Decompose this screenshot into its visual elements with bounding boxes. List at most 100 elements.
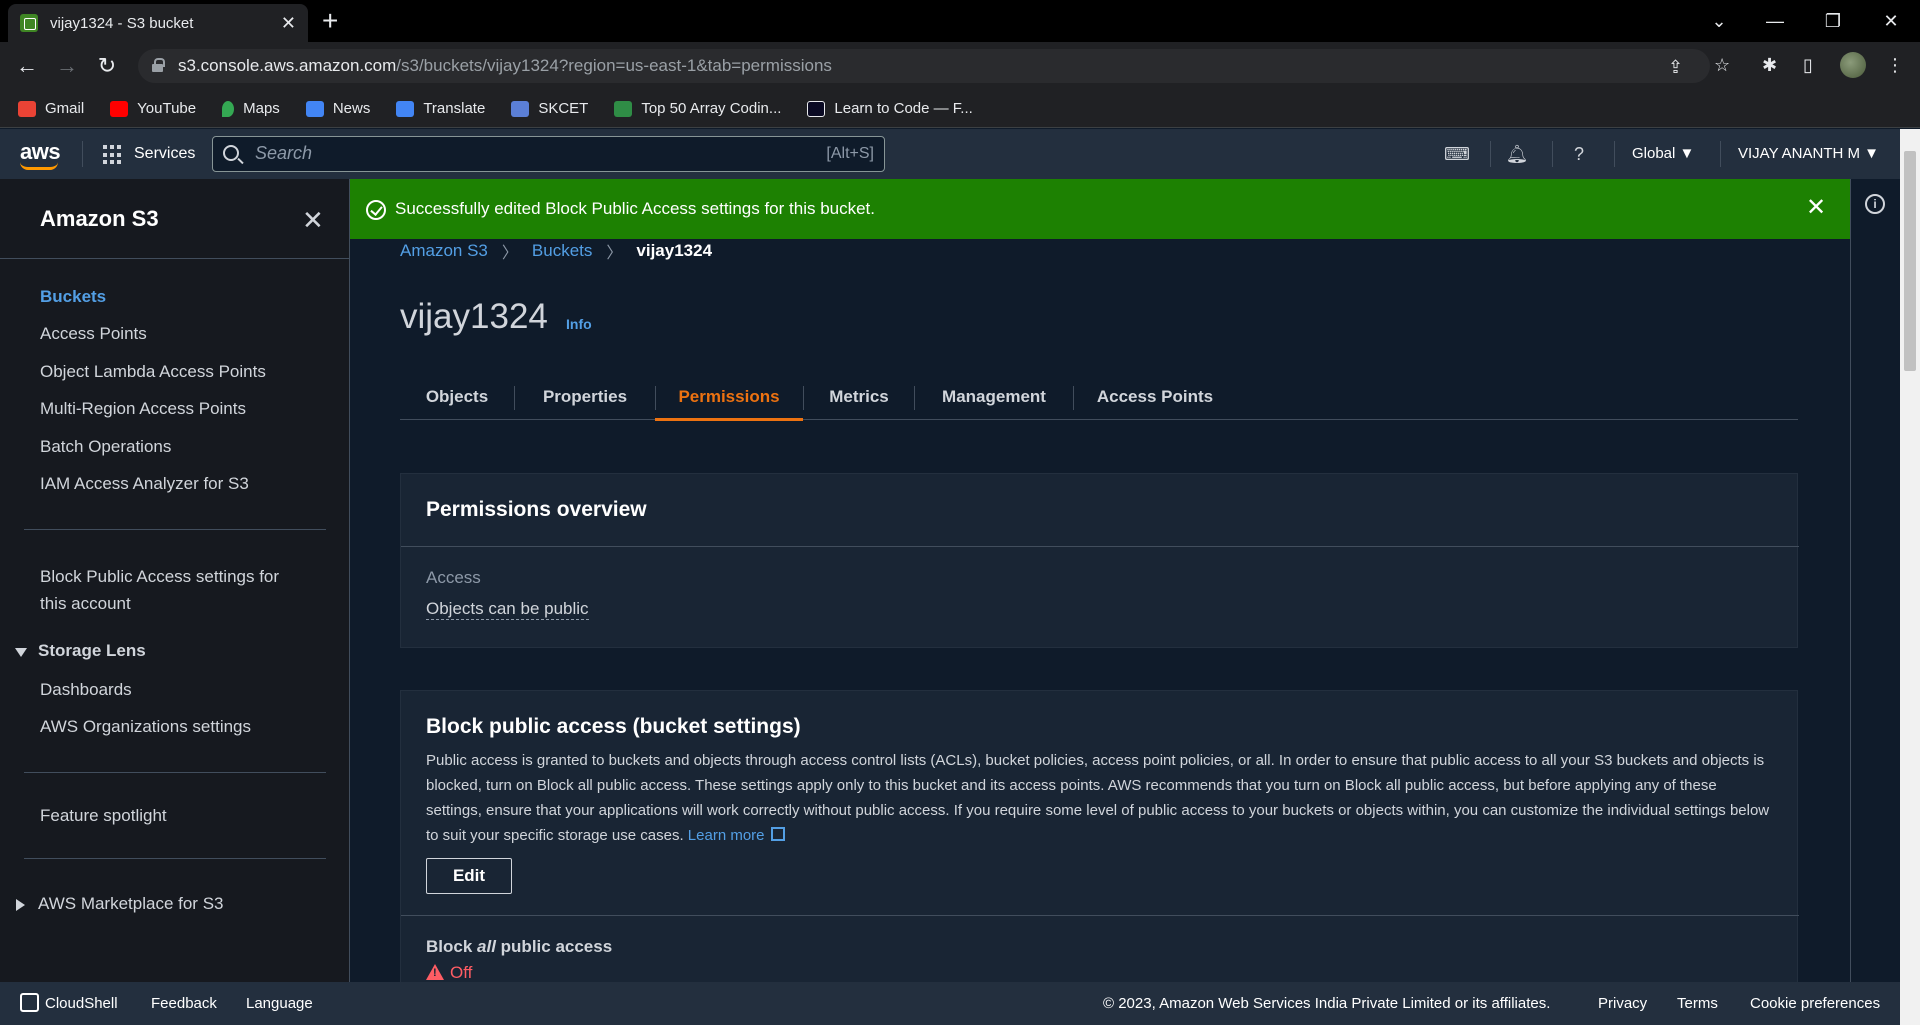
scrollbar-thumb[interactable] (1904, 151, 1916, 371)
gmail-icon (18, 100, 36, 117)
sidebar-section-storage-lens[interactable]: Storage Lens (38, 641, 146, 661)
flash-message: Successfully edited Block Public Access … (395, 199, 876, 218)
terms-link[interactable]: Terms (1677, 995, 1718, 1012)
back-icon[interactable]: ← (11, 50, 43, 82)
bookmark-translate[interactable]: Translate (396, 100, 485, 117)
bookmark-skcet[interactable]: SKCET (511, 100, 588, 117)
close-sidenav-icon[interactable]: ✕ (302, 205, 324, 236)
search-shortcut: [Alt+S] (826, 145, 874, 162)
share-icon[interactable]: ⇪ (1668, 57, 1683, 78)
sidebar-item-access-points[interactable]: Access Points (40, 324, 147, 344)
language-link[interactable]: Language (246, 995, 313, 1012)
bookmark-array-coding[interactable]: Top 50 Array Codin... (614, 100, 781, 117)
account-menu[interactable]: VIJAY ANANTH M ▼ (1738, 145, 1879, 162)
browser-toolbar: ← → ↻ s3.console.aws.amazon.com/s3/bucke… (0, 42, 1920, 90)
tab-objects[interactable]: Objects (400, 374, 514, 420)
bookmark-gmail[interactable]: Gmail (18, 100, 84, 117)
external-link-icon[interactable] (770, 827, 785, 841)
region-selector[interactable]: Global ▼ (1632, 145, 1694, 162)
warning-icon (426, 964, 444, 980)
block-all-suffix: public access (495, 937, 613, 956)
breadcrumb-amazon-s3[interactable]: Amazon S3 (400, 241, 488, 261)
sidebar-item-organizations-settings[interactable]: AWS Organizations settings (40, 717, 251, 737)
dismiss-flash-icon[interactable]: ✕ (1806, 193, 1826, 222)
browser-menu-icon[interactable]: ⋮ (1886, 55, 1904, 76)
bookmark-freecodecamp[interactable]: Learn to Code — F... (807, 100, 973, 117)
divider (24, 772, 326, 773)
aws-top-nav: aws Services [Alt+S] ⌨ 🔔︎ ? Global ▼ VIJ… (0, 129, 1900, 179)
minimize-icon[interactable]: — (1752, 0, 1798, 42)
search-icon (223, 145, 239, 161)
breadcrumb-buckets[interactable]: Buckets (532, 241, 592, 261)
sidebar-item-buckets[interactable]: Buckets (40, 287, 106, 307)
side-panel-icon[interactable]: ▯ (1803, 55, 1813, 76)
search-input[interactable] (255, 143, 755, 164)
bookmark-news[interactable]: News (305, 100, 371, 117)
nav-divider (82, 141, 83, 167)
bookmark-youtube[interactable]: YouTube (110, 100, 196, 117)
address-bar[interactable]: s3.console.aws.amazon.com/s3/buckets/vij… (138, 49, 1710, 83)
tab-management[interactable]: Management (915, 374, 1073, 420)
sidebar-item-batch-operations[interactable]: Batch Operations (40, 437, 171, 457)
reload-icon[interactable]: ↻ (91, 50, 123, 82)
aws-logo[interactable]: aws (20, 139, 61, 170)
bookmark-label: Gmail (45, 100, 85, 117)
notifications-bell-icon[interactable]: 🔔︎ (1505, 142, 1529, 166)
tab-metrics[interactable]: Metrics (804, 374, 914, 420)
profile-avatar[interactable] (1840, 52, 1866, 78)
sidebar-item-block-public-access[interactable]: Block Public Access settings for this acc… (40, 563, 279, 617)
services-grid-icon[interactable] (103, 145, 123, 165)
tab-permissions[interactable]: Permissions (655, 374, 803, 421)
privacy-link[interactable]: Privacy (1598, 995, 1647, 1012)
sidebar-item-multi-region[interactable]: Multi-Region Access Points (40, 399, 246, 419)
main-content: Successfully edited Block Public Access … (350, 179, 1850, 982)
tab-close-icon[interactable]: ✕ (281, 13, 296, 34)
chevron-right-icon: 〉 (501, 245, 518, 262)
bookmark-label: Maps (243, 100, 280, 117)
tab-search-icon[interactable]: ⌄ (1696, 0, 1742, 42)
tab-access-points[interactable]: Access Points (1074, 374, 1236, 420)
sidebar-item-iam-access-analyzer[interactable]: IAM Access Analyzer for S3 (40, 474, 249, 494)
divider (24, 858, 326, 859)
caret-right-icon[interactable] (16, 899, 25, 911)
extensions-icon[interactable]: ✱ (1762, 55, 1777, 76)
help-icon[interactable]: ? (1567, 142, 1591, 166)
cloudshell-footer-icon[interactable] (20, 993, 39, 1012)
description-text: Public access is granted to buckets and … (426, 752, 1770, 844)
nav-divider (1614, 141, 1615, 167)
bookmark-label: News (332, 100, 371, 117)
cloudshell-icon[interactable]: ⌨ (1444, 142, 1470, 166)
sidebar-item-marketplace[interactable]: AWS Marketplace for S3 (38, 894, 224, 914)
breadcrumb: Amazon S3 〉 Buckets 〉 vijay1324 (400, 239, 712, 263)
new-tab-icon[interactable]: + (322, 6, 338, 36)
learn-more-link[interactable]: Learn more (688, 827, 765, 844)
block-all-prefix: Block (426, 937, 478, 956)
access-value[interactable]: Objects can be public (426, 599, 589, 620)
page-title: vijay1324 (400, 297, 548, 336)
aws-search-bar[interactable]: [Alt+S] (212, 136, 885, 172)
browser-tab[interactable]: vijay1324 - S3 bucket ✕ (8, 4, 308, 42)
divider (401, 915, 1799, 916)
restore-icon[interactable]: ❐ (1810, 0, 1856, 42)
tab-properties[interactable]: Properties (515, 374, 655, 420)
success-check-icon (366, 200, 386, 220)
s3-favicon-icon (20, 14, 38, 32)
sidebar-item-feature-spotlight[interactable]: Feature spotlight (40, 806, 167, 826)
caret-down-icon[interactable] (15, 648, 27, 657)
info-panel-icon[interactable]: i (1865, 194, 1885, 214)
forward-icon[interactable]: → (51, 50, 83, 82)
page-scrollbar[interactable] (1900, 129, 1920, 1025)
cloudshell-link[interactable]: CloudShell (45, 995, 118, 1012)
window-close-icon[interactable]: ✕ (1868, 0, 1914, 42)
divider (24, 529, 326, 530)
bookmark-star-icon[interactable]: ☆ (1714, 55, 1730, 76)
bookmark-maps[interactable]: Maps (222, 100, 280, 117)
info-link[interactable]: Info (566, 316, 592, 332)
cookie-preferences-link[interactable]: Cookie preferences (1750, 995, 1880, 1012)
sidebar-item-object-lambda[interactable]: Object Lambda Access Points (40, 362, 266, 382)
sidebar-item-dashboards[interactable]: Dashboards (40, 680, 132, 700)
feedback-link[interactable]: Feedback (151, 995, 217, 1012)
skcet-icon (511, 100, 530, 117)
edit-button[interactable]: Edit (426, 858, 512, 894)
services-menu[interactable]: Services (134, 145, 195, 163)
